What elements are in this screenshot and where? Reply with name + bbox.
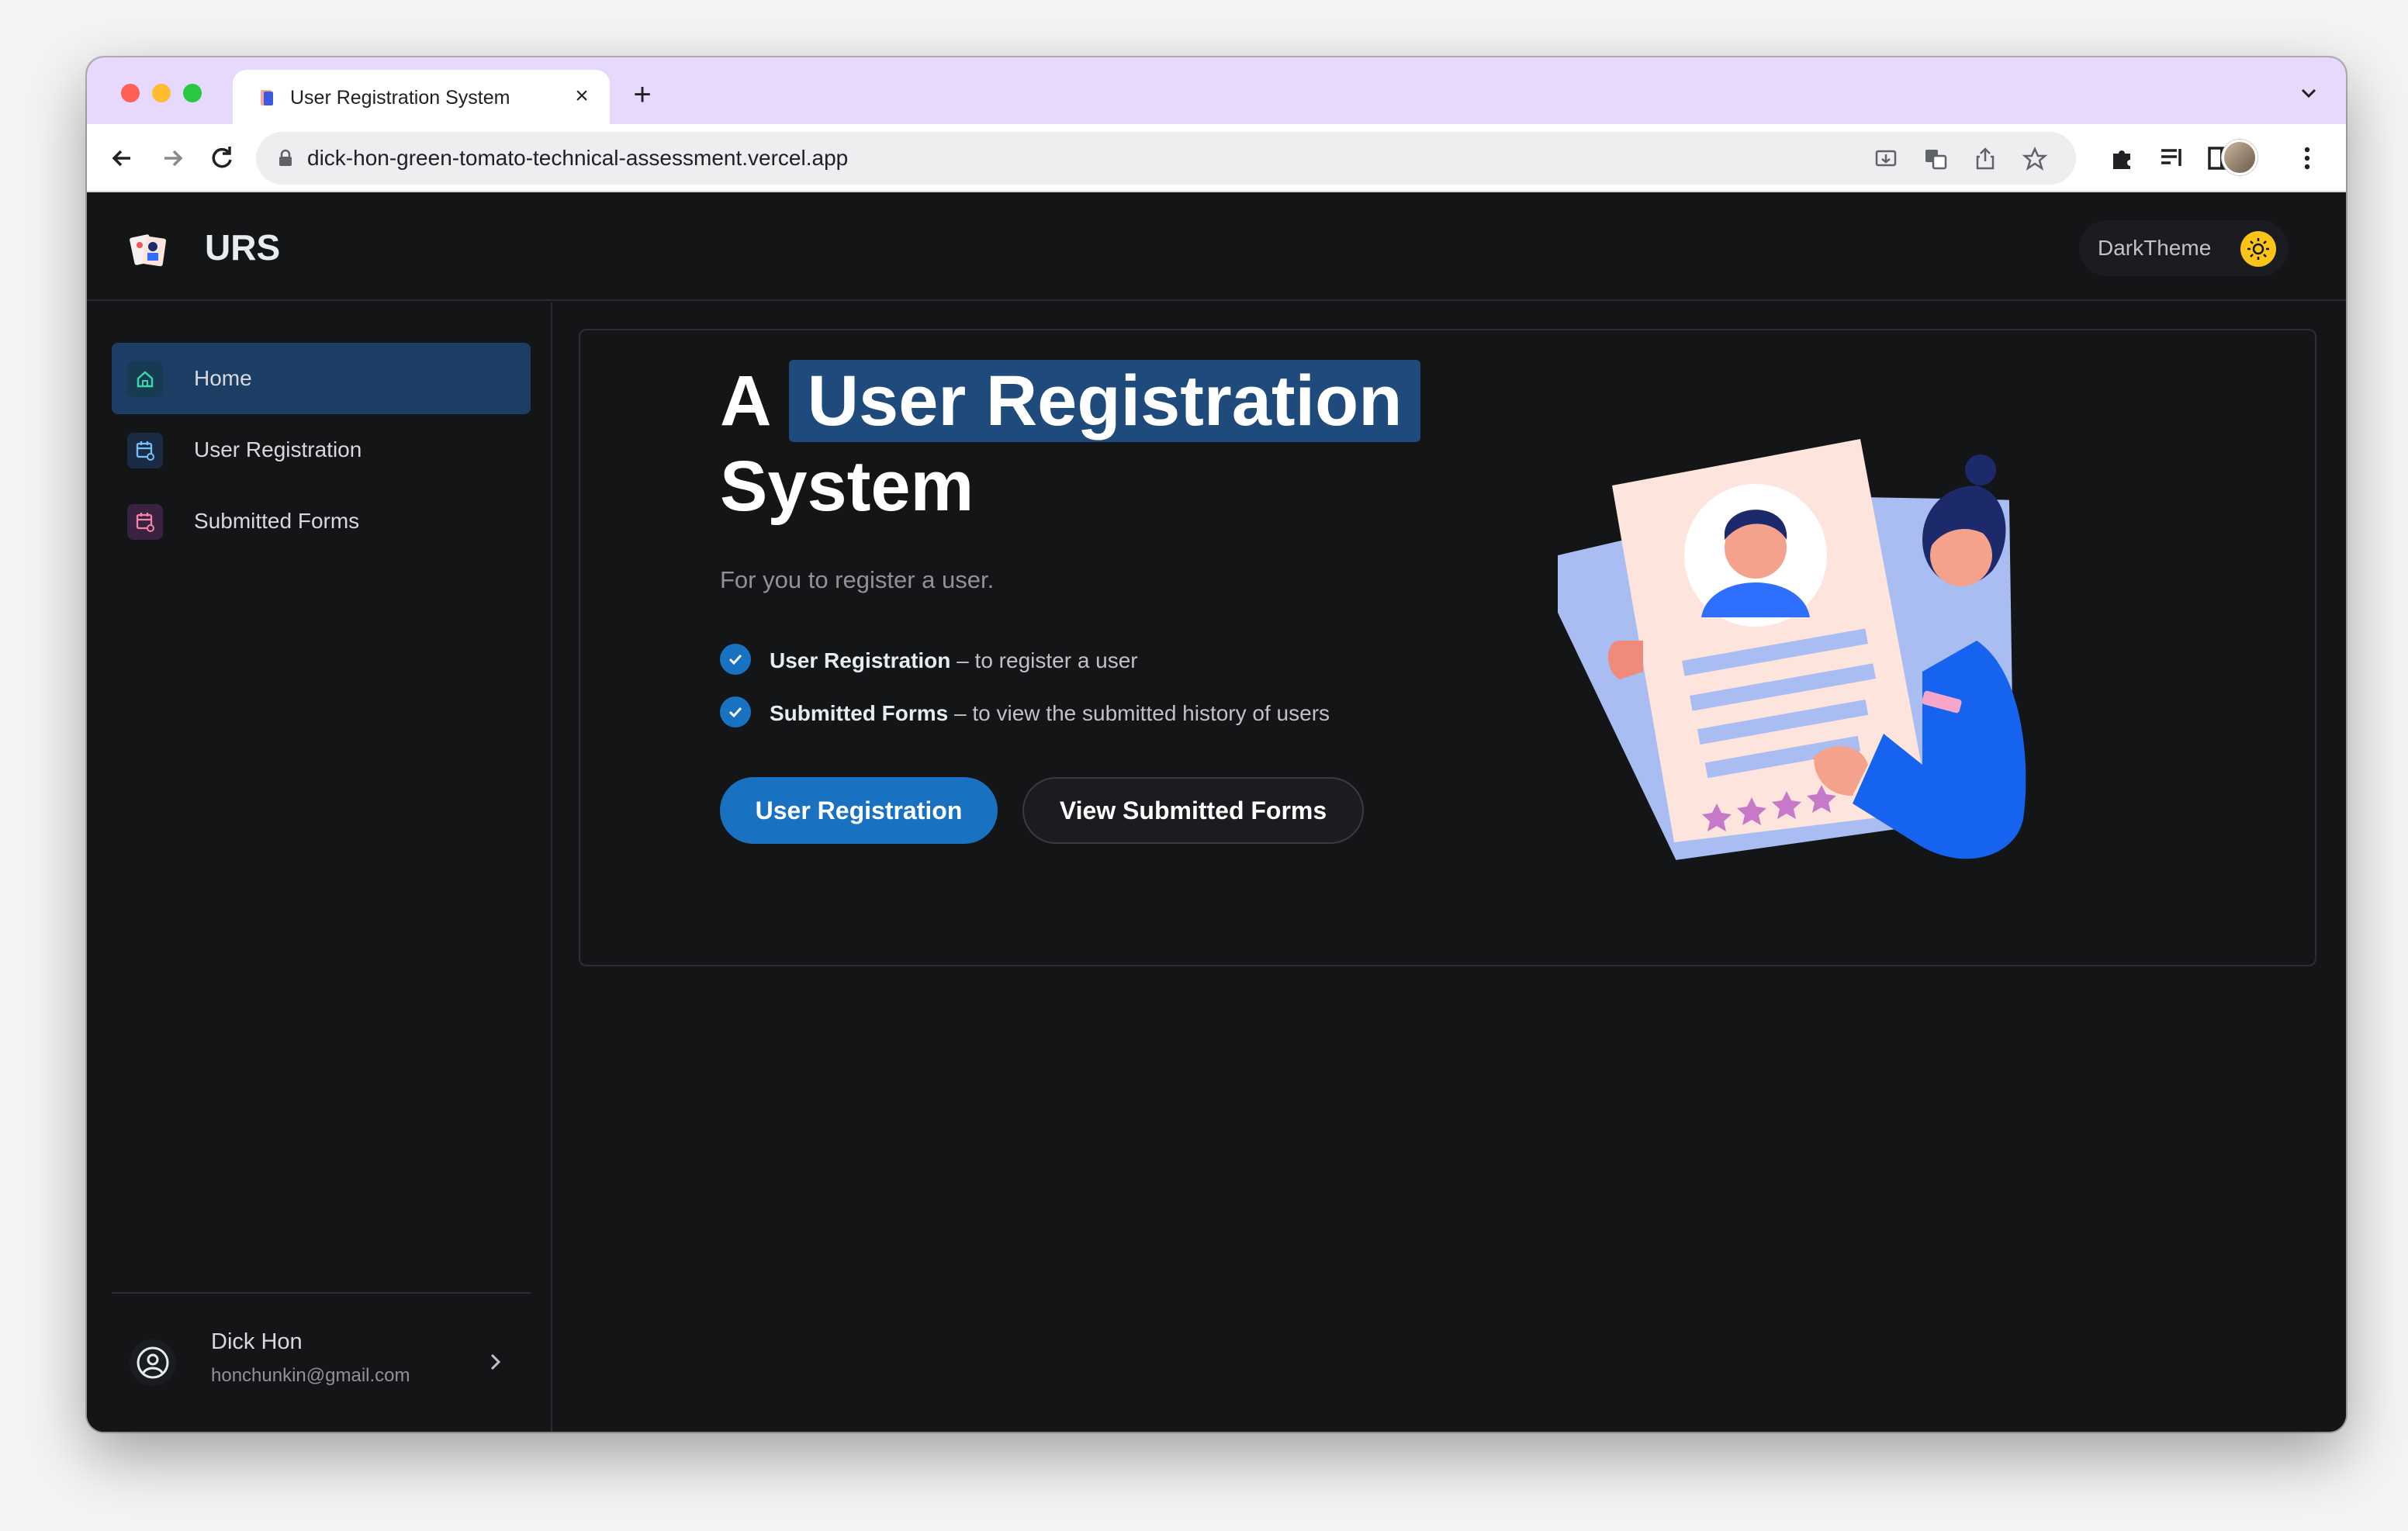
view-submitted-forms-button[interactable]: View Submitted Forms bbox=[1022, 777, 1364, 844]
hero-subtitle: For you to register a user. bbox=[720, 566, 995, 593]
install-app-icon[interactable] bbox=[1873, 146, 1899, 172]
feature-description: – to view the submitted history of users bbox=[948, 701, 1330, 725]
close-window-button[interactable] bbox=[121, 84, 140, 102]
tab-title: User Registration System bbox=[290, 87, 510, 109]
hero-title-prefix: A bbox=[720, 361, 770, 441]
sidebar-item-user-registration[interactable]: User Registration bbox=[112, 414, 531, 486]
app-header: URS DarkTheme bbox=[87, 192, 2346, 301]
sidebar-item-label: Submitted Forms bbox=[194, 509, 360, 533]
sidebar-item-home[interactable]: Home bbox=[112, 343, 531, 414]
chevron-right-icon[interactable] bbox=[481, 1348, 509, 1376]
maximize-window-button[interactable] bbox=[183, 84, 202, 102]
feature-title: User Registration bbox=[770, 648, 951, 672]
tab-strip: User Registration System × + bbox=[87, 57, 2346, 124]
extensions-icon[interactable] bbox=[2107, 143, 2138, 174]
feature-title: Submitted Forms bbox=[770, 701, 949, 725]
check-icon bbox=[720, 644, 751, 675]
user-name[interactable]: Dick Hon bbox=[211, 1329, 303, 1355]
hero-card: A User Registration System For you to re… bbox=[579, 329, 2316, 966]
hero-title-highlight: User Registration bbox=[788, 360, 1421, 442]
sidebar: Home User Registration Submitted Forms D… bbox=[87, 302, 552, 1432]
new-tab-button[interactable]: + bbox=[625, 78, 659, 112]
calendar-icon bbox=[127, 504, 163, 540]
app-root: URS DarkTheme Home User Registration Sub… bbox=[87, 192, 2346, 1432]
hero-title-suffix: System bbox=[720, 447, 974, 526]
share-icon[interactable] bbox=[1972, 146, 1998, 172]
sidebar-item-label: User Registration bbox=[194, 437, 362, 461]
sun-icon[interactable] bbox=[2240, 231, 2276, 267]
feature-text: Submitted Forms – to view the submitted … bbox=[770, 701, 1330, 726]
logo-icon[interactable] bbox=[127, 228, 171, 271]
reload-icon[interactable] bbox=[203, 140, 240, 177]
browser-toolbar: dick-hon-green-tomato-technical-assessme… bbox=[87, 124, 2346, 192]
sidebar-divider bbox=[112, 1292, 531, 1294]
calendar-icon bbox=[127, 433, 163, 468]
profile-avatar[interactable] bbox=[2222, 140, 2258, 175]
forward-icon[interactable] bbox=[154, 140, 191, 177]
check-icon bbox=[720, 696, 751, 727]
feature-text: User Registration – to register a user bbox=[770, 648, 1138, 673]
sidebar-item-label: Home bbox=[194, 366, 252, 390]
close-tab-icon[interactable]: × bbox=[568, 82, 596, 110]
registration-illustration bbox=[1558, 439, 2026, 860]
browser-tab[interactable]: User Registration System × bbox=[233, 70, 610, 124]
more-menu-icon[interactable] bbox=[2292, 143, 2323, 174]
favicon-icon bbox=[261, 90, 273, 105]
user-email: honchunkin@gmail.com bbox=[211, 1365, 410, 1386]
theme-label: DarkTheme bbox=[2098, 236, 2212, 260]
address-bar[interactable]: dick-hon-green-tomato-technical-assessme… bbox=[256, 132, 2076, 185]
hero-title: A User Registration System bbox=[720, 358, 1496, 529]
bookmark-star-icon[interactable] bbox=[2022, 146, 2048, 172]
lock-icon[interactable] bbox=[275, 147, 296, 169]
back-icon[interactable] bbox=[104, 140, 141, 177]
theme-toggle[interactable]: DarkTheme bbox=[2079, 220, 2289, 276]
app-brand[interactable]: URS bbox=[205, 226, 280, 268]
browser-window: User Registration System × + dick-hon-gr… bbox=[87, 57, 2346, 1432]
feature-description: – to register a user bbox=[950, 648, 1138, 672]
reading-list-icon[interactable] bbox=[2157, 143, 2188, 174]
chevron-down-icon[interactable] bbox=[2295, 79, 2323, 107]
minimize-window-button[interactable] bbox=[152, 84, 171, 102]
url-text: dick-hon-green-tomato-technical-assessme… bbox=[307, 146, 849, 170]
user-registration-button[interactable]: User Registration bbox=[720, 777, 998, 844]
translate-icon[interactable] bbox=[1922, 146, 1949, 172]
user-circle-icon[interactable] bbox=[129, 1339, 177, 1387]
sidebar-item-submitted-forms[interactable]: Submitted Forms bbox=[112, 486, 531, 557]
home-icon bbox=[127, 361, 163, 397]
